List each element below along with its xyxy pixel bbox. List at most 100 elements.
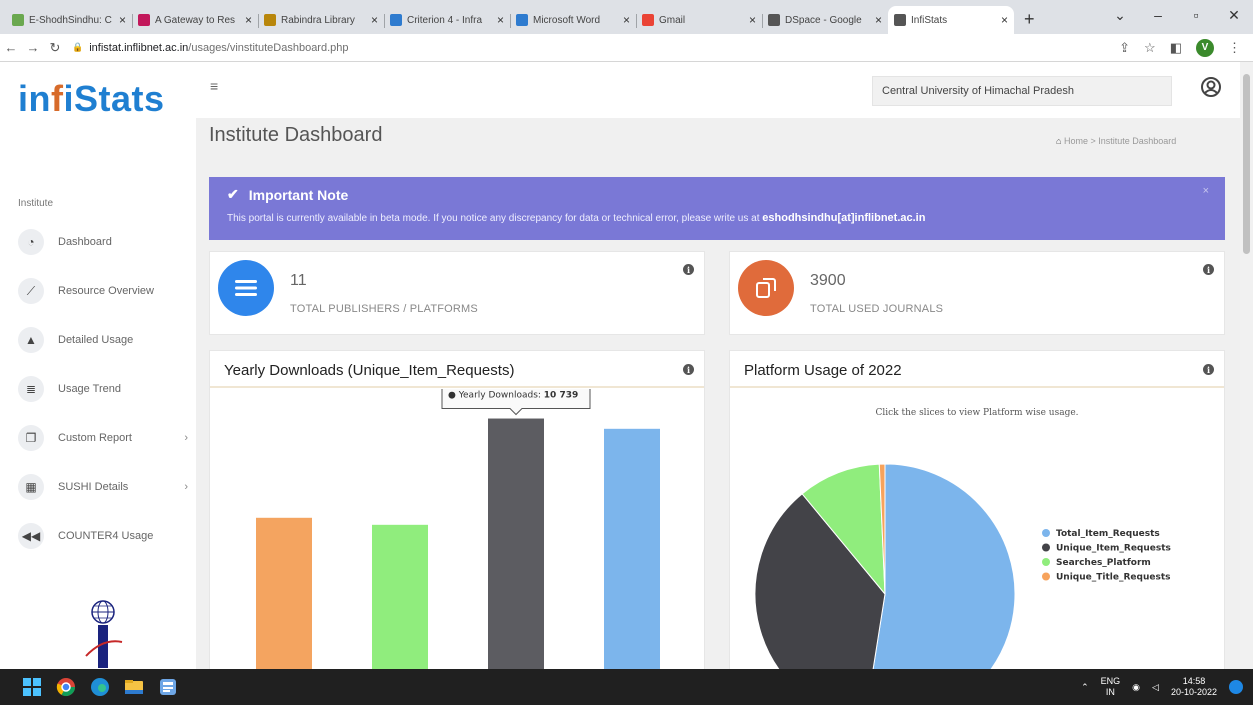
- chrome-icon[interactable]: [56, 677, 76, 697]
- panel-title: Platform Usage of 2022: [744, 362, 902, 379]
- hamburger-menu-icon[interactable]: ≡: [210, 78, 218, 94]
- sidebar-item-label: Custom Report: [58, 432, 132, 444]
- browser-tab[interactable]: Criterion 4 - Infra ×: [384, 6, 510, 34]
- url-host: infistat.inflibnet.ac.in: [89, 41, 189, 54]
- page-title: Institute Dashboard: [209, 124, 383, 146]
- speaker-icon[interactable]: ◁: [1152, 682, 1159, 693]
- file-explorer-icon[interactable]: [124, 677, 144, 697]
- page-scrollbar[interactable]: [1240, 62, 1253, 669]
- institution-name-field[interactable]: Central University of Himachal Pradesh: [872, 76, 1172, 106]
- news-app-icon[interactable]: [158, 677, 178, 697]
- browser-tab[interactable]: InfiStats ×: [888, 6, 1014, 34]
- bar-2021[interactable]: [488, 418, 544, 670]
- tab-title: E-ShodhSindhu: C: [29, 14, 112, 26]
- line-chart-icon: ⟋: [18, 278, 44, 304]
- notification-icon[interactable]: [1229, 680, 1243, 694]
- browser-tab[interactable]: Microsoft Word ×: [510, 6, 636, 34]
- info-icon[interactable]: i: [1203, 364, 1214, 375]
- sidebar-item-usage-trend[interactable]: ≣ Usage Trend: [18, 375, 188, 403]
- tab-favicon-icon: [516, 14, 528, 26]
- close-tab-icon[interactable]: ×: [749, 13, 756, 27]
- windows-start-icon[interactable]: [22, 677, 42, 697]
- note-email[interactable]: eshodhsindhu[at]inflibnet.ac.in: [762, 212, 925, 224]
- clock-date: 20-10-2022: [1170, 687, 1217, 697]
- bar-2019[interactable]: [372, 524, 428, 670]
- browser-tab[interactable]: E-ShodhSindhu: C ×: [6, 6, 132, 34]
- legend-item[interactable]: Total_Item_Requests: [1056, 529, 1160, 539]
- list-icon: [218, 260, 274, 316]
- sidebar-item-detailed-usage[interactable]: ▲ Detailed Usage: [18, 326, 188, 354]
- close-tab-icon[interactable]: ×: [245, 13, 252, 27]
- note-message: This portal is currently available in be…: [227, 213, 760, 224]
- close-tab-icon[interactable]: ×: [497, 13, 504, 27]
- close-tab-icon[interactable]: ×: [119, 13, 126, 27]
- copy-journals-icon: [738, 260, 794, 316]
- sidebar-item-label: Dashboard: [58, 236, 112, 248]
- minimize-button[interactable]: –: [1139, 0, 1177, 30]
- pie-slice-Total_Item_Requests[interactable]: [865, 463, 1016, 670]
- close-tab-icon[interactable]: ×: [623, 13, 630, 27]
- browser-tab[interactable]: Gmail ×: [636, 6, 762, 34]
- clock[interactable]: 14:58 20-10-2022: [1171, 676, 1217, 698]
- infistats-logo[interactable]: infiStats: [18, 78, 165, 120]
- sidebar-item-label: Resource Overview: [58, 285, 154, 297]
- sidebar-item-label: Detailed Usage: [58, 334, 134, 346]
- back-icon[interactable]: ←: [0, 40, 22, 55]
- url-field[interactable]: 🔒 infistat.inflibnet.ac.in/usages/vinsti…: [72, 42, 1119, 54]
- browser-tab[interactable]: A Gateway to Res ×: [132, 6, 258, 34]
- browser-tab[interactable]: DSpace - Google ×: [762, 6, 888, 34]
- edge-icon[interactable]: [90, 677, 110, 697]
- close-tab-icon[interactable]: ×: [875, 13, 882, 27]
- new-tab-button[interactable]: +: [1014, 9, 1043, 34]
- tab-favicon-icon: [894, 14, 906, 26]
- share-icon[interactable]: ⇪: [1119, 40, 1130, 56]
- forward-icon[interactable]: →: [22, 40, 44, 55]
- bookmark-star-icon[interactable]: ☆: [1144, 40, 1156, 56]
- tab-search-icon[interactable]: ⌄: [1101, 0, 1139, 30]
- legend-item[interactable]: Searches_Platform: [1056, 558, 1151, 568]
- sidebar-item-label: SUSHI Details: [58, 481, 129, 493]
- sidebar-section-label: Institute: [18, 198, 54, 209]
- stat-card-journals: 3900 TOTAL USED JOURNALS i: [729, 251, 1225, 335]
- sidebar-item-resource-overview[interactable]: ⟋ Resource Overview: [18, 277, 188, 305]
- side-panel-icon[interactable]: ◧: [1170, 40, 1182, 56]
- legend-item[interactable]: Unique_Item_Requests: [1056, 544, 1171, 554]
- chart-tooltip: 2021● Yearly Downloads: 10 739: [441, 389, 591, 416]
- bar-2018[interactable]: [256, 517, 312, 670]
- legend-item[interactable]: Unique_Title_Requests: [1056, 573, 1170, 583]
- sidebar-item-label: COUNTER4 Usage: [58, 530, 154, 542]
- info-icon[interactable]: i: [1203, 264, 1214, 275]
- note-title: Important Note: [248, 186, 349, 203]
- platform-usage-panel: Platform Usage of 2022 i Click the slice…: [729, 350, 1225, 670]
- sidebar-item-sushi-details[interactable]: ▦ SUSHI Details ›: [18, 473, 188, 501]
- chevron-up-icon[interactable]: ⌃: [1081, 682, 1089, 693]
- browser-tab[interactable]: Rabindra Library ×: [258, 6, 384, 34]
- reload-icon[interactable]: ↻: [44, 40, 66, 56]
- clock-time: 14:58: [1182, 676, 1206, 686]
- user-account-icon[interactable]: [1200, 76, 1222, 98]
- sidebar-item-dashboard[interactable]: ◔ Dashboard: [18, 228, 188, 256]
- menu-kebab-icon[interactable]: ⋮: [1228, 40, 1241, 56]
- close-window-button[interactable]: ✕: [1215, 0, 1253, 30]
- sidebar-item-custom-report[interactable]: ❐ Custom Report ›: [18, 424, 188, 452]
- tab-title: A Gateway to Res: [155, 14, 236, 26]
- bar-2022[interactable]: [604, 428, 660, 670]
- scrollbar-thumb[interactable]: [1243, 74, 1250, 254]
- address-bar: ← → ↻ 🔒 infistat.inflibnet.ac.in/usages/…: [0, 34, 1253, 62]
- profile-avatar[interactable]: V: [1196, 38, 1214, 57]
- wifi-icon[interactable]: ◉: [1132, 682, 1140, 693]
- info-icon[interactable]: i: [683, 264, 694, 275]
- close-note-button[interactable]: ×: [1203, 185, 1209, 197]
- logo-part-istats: iStats: [63, 78, 165, 119]
- close-tab-icon[interactable]: ×: [371, 13, 378, 27]
- sidebar-item-counter4-usage[interactable]: ◀◀ COUNTER4 Usage: [18, 522, 188, 550]
- tab-title: Gmail: [659, 14, 686, 26]
- breadcrumb-home-link[interactable]: Home: [1064, 136, 1088, 146]
- restore-button[interactable]: ▫: [1177, 0, 1215, 30]
- language-indicator[interactable]: ENG IN: [1101, 676, 1121, 698]
- info-icon[interactable]: i: [683, 364, 694, 375]
- stat-label: TOTAL USED JOURNALS: [810, 303, 944, 315]
- stat-value: 3900: [810, 272, 846, 289]
- tab-title: DSpace - Google: [785, 14, 862, 26]
- close-tab-icon[interactable]: ×: [1001, 13, 1008, 27]
